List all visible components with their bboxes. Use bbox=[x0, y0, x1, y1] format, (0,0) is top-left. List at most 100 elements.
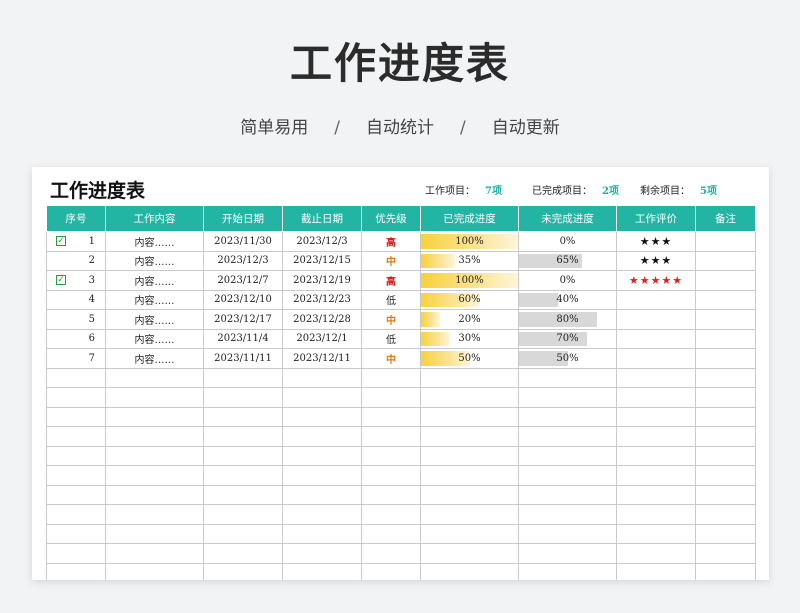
empty-cell[interactable] bbox=[203, 562, 283, 580]
empty-cell[interactable] bbox=[616, 406, 696, 427]
column-header[interactable]: 序号 bbox=[46, 205, 106, 232]
cell-end-date[interactable]: 2023/12/15 bbox=[282, 250, 362, 271]
empty-cell[interactable] bbox=[46, 562, 106, 580]
empty-cell[interactable] bbox=[420, 426, 519, 447]
cell-priority[interactable]: 高 bbox=[361, 231, 421, 252]
column-header[interactable]: 工作内容 bbox=[105, 205, 204, 232]
empty-cell[interactable] bbox=[46, 543, 106, 564]
empty-cell[interactable] bbox=[105, 465, 204, 486]
cell-completed-progress[interactable]: 50% bbox=[420, 348, 519, 369]
cell-remaining-progress[interactable]: 80% bbox=[518, 309, 617, 330]
empty-cell[interactable] bbox=[46, 504, 106, 525]
cell-content[interactable]: 内容…… bbox=[105, 231, 204, 252]
empty-cell[interactable] bbox=[105, 504, 204, 525]
cell-index[interactable]: ✓ 1 bbox=[46, 231, 106, 252]
empty-cell[interactable] bbox=[203, 426, 283, 447]
cell-note[interactable] bbox=[695, 250, 756, 271]
empty-cell[interactable] bbox=[361, 367, 421, 388]
empty-cell[interactable] bbox=[46, 484, 106, 505]
empty-cell[interactable] bbox=[695, 406, 756, 427]
column-header[interactable]: 备注 bbox=[695, 205, 756, 232]
empty-cell[interactable] bbox=[518, 367, 617, 388]
cell-index[interactable]: 2 bbox=[46, 250, 106, 271]
cell-completed-progress[interactable]: 100% bbox=[420, 231, 519, 252]
empty-cell[interactable] bbox=[282, 387, 362, 408]
cell-remaining-progress[interactable]: 70% bbox=[518, 328, 617, 349]
empty-cell[interactable] bbox=[616, 504, 696, 525]
empty-cell[interactable] bbox=[518, 504, 617, 525]
empty-cell[interactable] bbox=[105, 445, 204, 466]
empty-cell[interactable] bbox=[518, 445, 617, 466]
empty-cell[interactable] bbox=[46, 445, 106, 466]
empty-cell[interactable] bbox=[695, 543, 756, 564]
cell-index[interactable]: 5 bbox=[46, 309, 106, 330]
cell-content[interactable]: 内容…… bbox=[105, 250, 204, 271]
cell-rating[interactable] bbox=[616, 348, 696, 369]
empty-cell[interactable] bbox=[282, 367, 362, 388]
empty-cell[interactable] bbox=[105, 523, 204, 544]
cell-priority[interactable]: 中 bbox=[361, 309, 421, 330]
empty-cell[interactable] bbox=[203, 543, 283, 564]
empty-cell[interactable] bbox=[616, 562, 696, 580]
table-row[interactable]: ✓ 1 内容…… 2023/11/30 2023/12/3 高 100% 0% ★★★ bbox=[46, 231, 756, 252]
cell-priority[interactable]: 中 bbox=[361, 250, 421, 271]
cell-priority[interactable]: 高 bbox=[361, 270, 421, 291]
cell-start-date[interactable]: 2023/12/17 bbox=[203, 309, 283, 330]
cell-completed-progress[interactable]: 60% bbox=[420, 289, 519, 310]
cell-rating[interactable] bbox=[616, 309, 696, 330]
cell-completed-progress[interactable]: 20% bbox=[420, 309, 519, 330]
column-header[interactable]: 工作评价 bbox=[616, 205, 696, 232]
cell-remaining-progress[interactable]: 0% bbox=[518, 231, 617, 252]
empty-cell[interactable] bbox=[695, 504, 756, 525]
cell-index[interactable]: 6 bbox=[46, 328, 106, 349]
cell-rating[interactable]: ★★★★★ bbox=[616, 270, 696, 291]
cell-content[interactable]: 内容…… bbox=[105, 328, 204, 349]
cell-note[interactable] bbox=[695, 289, 756, 310]
empty-table-row[interactable] bbox=[46, 465, 756, 486]
empty-cell[interactable] bbox=[361, 387, 421, 408]
empty-cell[interactable] bbox=[105, 426, 204, 447]
empty-table-row[interactable] bbox=[46, 543, 756, 564]
cell-start-date[interactable]: 2023/12/7 bbox=[203, 270, 283, 291]
empty-cell[interactable] bbox=[105, 562, 204, 580]
cell-start-date[interactable]: 2023/11/4 bbox=[203, 328, 283, 349]
empty-cell[interactable] bbox=[361, 406, 421, 427]
empty-cell[interactable] bbox=[616, 465, 696, 486]
cell-start-date[interactable]: 2023/12/10 bbox=[203, 289, 283, 310]
empty-cell[interactable] bbox=[695, 523, 756, 544]
cell-note[interactable] bbox=[695, 231, 756, 252]
cell-rating[interactable]: ★★★ bbox=[616, 250, 696, 271]
cell-index[interactable]: 4 bbox=[46, 289, 106, 310]
cell-start-date[interactable]: 2023/11/11 bbox=[203, 348, 283, 369]
empty-cell[interactable] bbox=[518, 562, 617, 580]
empty-cell[interactable] bbox=[420, 406, 519, 427]
cell-remaining-progress[interactable]: 65% bbox=[518, 250, 617, 271]
empty-cell[interactable] bbox=[105, 367, 204, 388]
empty-cell[interactable] bbox=[105, 484, 204, 505]
empty-cell[interactable] bbox=[46, 387, 106, 408]
cell-end-date[interactable]: 2023/12/28 bbox=[282, 309, 362, 330]
cell-content[interactable]: 内容…… bbox=[105, 348, 204, 369]
cell-content[interactable]: 内容…… bbox=[105, 289, 204, 310]
empty-cell[interactable] bbox=[105, 406, 204, 427]
empty-cell[interactable] bbox=[518, 543, 617, 564]
empty-cell[interactable] bbox=[282, 543, 362, 564]
empty-cell[interactable] bbox=[616, 484, 696, 505]
empty-cell[interactable] bbox=[616, 445, 696, 466]
cell-index[interactable]: ✓ 3 bbox=[46, 270, 106, 291]
empty-cell[interactable] bbox=[695, 562, 756, 580]
empty-cell[interactable] bbox=[203, 484, 283, 505]
cell-content[interactable]: 内容…… bbox=[105, 309, 204, 330]
empty-cell[interactable] bbox=[695, 445, 756, 466]
cell-index[interactable]: 7 bbox=[46, 348, 106, 369]
cell-note[interactable] bbox=[695, 348, 756, 369]
empty-cell[interactable] bbox=[420, 445, 519, 466]
empty-cell[interactable] bbox=[282, 484, 362, 505]
empty-cell[interactable] bbox=[203, 465, 283, 486]
empty-cell[interactable] bbox=[518, 406, 617, 427]
empty-cell[interactable] bbox=[420, 504, 519, 525]
empty-cell[interactable] bbox=[420, 543, 519, 564]
table-row[interactable]: 5 内容…… 2023/12/17 2023/12/28 中 20% 80% bbox=[46, 309, 756, 330]
empty-cell[interactable] bbox=[518, 426, 617, 447]
empty-table-row[interactable] bbox=[46, 367, 756, 388]
